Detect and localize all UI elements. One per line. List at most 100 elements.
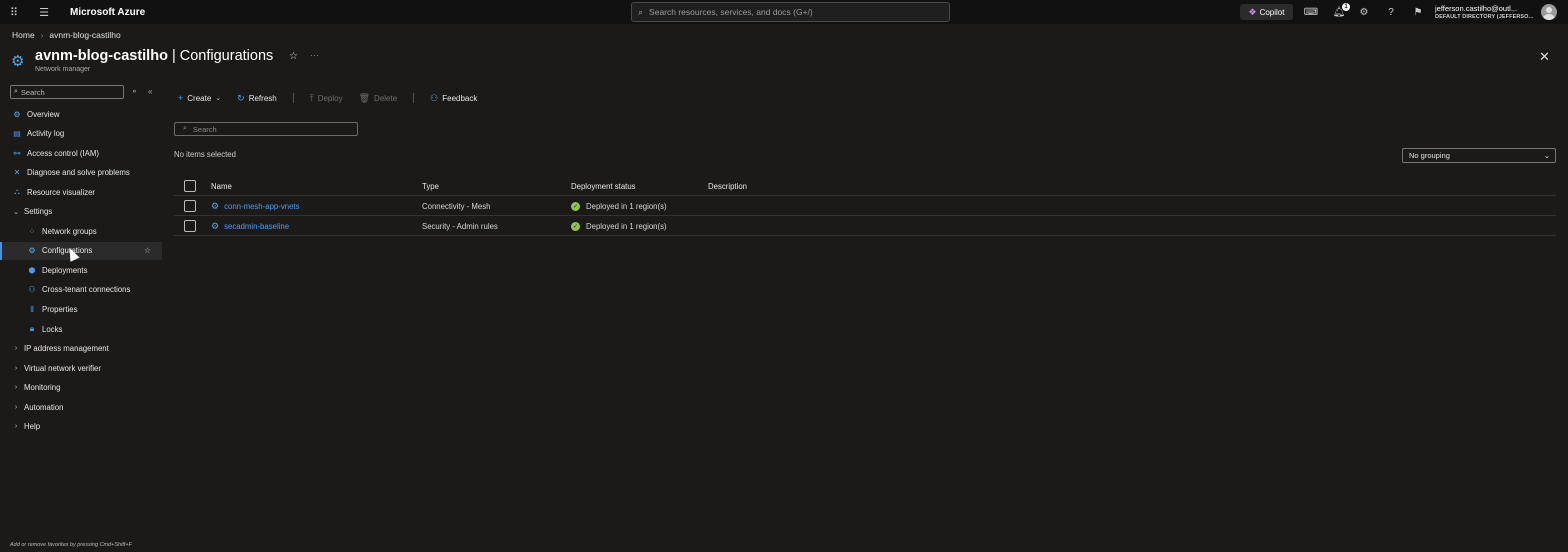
column-header-deployment-status[interactable]: Deployment status xyxy=(571,176,636,196)
breadcrumb-separator-icon: › xyxy=(40,30,44,40)
sidebar-search-placeholder: Search xyxy=(20,87,45,97)
collapse-sidebar-icon[interactable]: « xyxy=(148,87,152,96)
breadcrumb-resource[interactable]: avnm-blog-castilho xyxy=(49,30,120,40)
network-groups-icon: ⁘ xyxy=(28,226,36,236)
column-header-name[interactable]: Name xyxy=(211,176,232,196)
cloud-shell-icon[interactable]: ⌨ xyxy=(1304,5,1318,19)
favorite-star-icon[interactable]: ☆ xyxy=(144,246,151,255)
row-checkbox[interactable] xyxy=(184,220,196,232)
close-blade-icon[interactable]: ✕ xyxy=(1539,49,1550,65)
resource-visualizer-icon: ⛬ xyxy=(14,187,20,197)
breadcrumb-home[interactable]: Home xyxy=(12,30,35,40)
grid-body: ⚙ conn-mesh-app-vnets Connectivity - Mesh ✓… xyxy=(174,196,1556,236)
deployments-icon: ⬢ xyxy=(28,265,36,275)
sidebar-item-deployments[interactable]: ⬢ Deployments xyxy=(0,261,162,279)
configuration-type: Security - Admin rules xyxy=(422,221,498,231)
sidebar-item-monitoring[interactable]: › Monitoring xyxy=(0,379,162,397)
account-menu[interactable]: jefferson.castilho@outl... DEFAULT DIREC… xyxy=(1435,4,1533,22)
chevron-right-icon: › xyxy=(14,345,18,353)
sidebar-item-overview[interactable]: ⚙ Overview xyxy=(0,105,162,123)
settings-gear-icon[interactable]: ⚙ xyxy=(1357,5,1371,19)
sidebar-item-activity-log[interactable]: ▤ Activity log xyxy=(0,125,162,143)
grouping-dropdown[interactable]: No grouping ⌄ xyxy=(1402,148,1556,163)
favorites-hint: Add or remove favorites by pressing Cmd+… xyxy=(10,542,132,548)
plus-icon: + xyxy=(178,93,184,103)
sidebar-item-diagnose-and-solve-problems[interactable]: ✕ Diagnose and solve problems xyxy=(0,164,162,182)
sidebar-settings-icon[interactable]: ⚬ xyxy=(131,87,138,96)
brand-name[interactable]: Microsoft Azure xyxy=(70,7,145,18)
create-button[interactable]: + Create ⌄ xyxy=(178,93,221,103)
breadcrumb: Home › avnm-blog-castilho xyxy=(12,30,121,40)
sidebar-item-access-control-iam[interactable]: ⚯ Access control (IAM) xyxy=(0,144,162,162)
column-header-type[interactable]: Type xyxy=(422,176,439,196)
chevron-down-icon: ⌄ xyxy=(1543,151,1550,160)
deploy-button[interactable]: ⤒ Deploy xyxy=(310,93,343,104)
sidebar-item-locks[interactable]: 🔒︎ Locks xyxy=(0,320,162,338)
configuration-name-link[interactable]: conn-mesh-app-vnets xyxy=(224,202,299,211)
sidebar-item-label: IP address management xyxy=(24,344,109,354)
delete-button[interactable]: 🗑︎ Delete xyxy=(359,93,398,104)
refresh-label: Refresh xyxy=(248,93,277,103)
configuration-type: Connectivity - Mesh xyxy=(422,201,491,211)
sidebar-search-input[interactable]: ⌕ Search xyxy=(10,85,124,99)
access-control-icon: ⚯ xyxy=(13,148,21,158)
sidebar-item-network-groups[interactable]: ⁘ Network groups xyxy=(0,222,162,240)
sidebar-item-automation[interactable]: › Automation xyxy=(0,398,162,416)
feedback-person-icon: ⚇ xyxy=(430,92,439,103)
global-search-placeholder: Search resources, services, and docs (G+… xyxy=(649,7,813,17)
success-check-icon: ✓ xyxy=(571,201,580,211)
notification-badge: 1 xyxy=(1342,3,1350,11)
sidebar-item-label: Settings xyxy=(24,207,53,217)
properties-icon: ⫴ xyxy=(30,304,34,314)
sidebar-item-label: Help xyxy=(24,422,41,432)
sidebar-item-properties[interactable]: ⫴ Properties xyxy=(0,301,162,319)
copilot-button[interactable]: ❖ Copilot xyxy=(1240,4,1293,20)
favorite-star-icon[interactable]: ☆ xyxy=(289,51,298,62)
column-header-description[interactable]: Description xyxy=(708,176,747,196)
global-search-input[interactable]: ⌕ Search resources, services, and docs (… xyxy=(631,2,950,22)
delete-label: Delete xyxy=(374,93,398,103)
row-checkbox[interactable] xyxy=(184,200,196,212)
sidebar-item-virtual-network-verifier[interactable]: › Virtual network verifier xyxy=(0,359,162,377)
sidebar-item-settings[interactable]: ⌄ Settings xyxy=(0,203,162,221)
copilot-icon: ❖ xyxy=(1248,6,1257,17)
sidebar-item-label: Access control (IAM) xyxy=(27,148,99,158)
sidebar-item-ip-address-management[interactable]: › IP address management xyxy=(0,340,162,358)
create-label: Create xyxy=(187,93,212,103)
configuration-icon: ⚙ xyxy=(211,200,220,211)
more-options-icon[interactable]: ··· xyxy=(310,50,319,60)
grid-search-input[interactable]: ⌕ Search xyxy=(174,122,358,136)
feedback-button[interactable]: ⚇ Feedback xyxy=(430,93,477,104)
select-all-checkbox[interactable] xyxy=(184,180,196,192)
notifications-icon[interactable]: 🔔︎ 1 xyxy=(1332,3,1350,19)
copilot-label: Copilot xyxy=(1259,7,1285,17)
sidebar-item-label: Locks xyxy=(42,324,63,334)
help-icon[interactable]: ? xyxy=(1384,5,1398,19)
sidebar-item-resource-visualizer[interactable]: ⛬ Resource visualizer xyxy=(0,183,162,201)
configuration-name-link[interactable]: secadmin-baseline xyxy=(224,222,289,231)
table-row[interactable]: ⚙ conn-mesh-app-vnets Connectivity - Mesh ✓… xyxy=(174,196,1556,216)
portal-menu-icon[interactable]: ☰ xyxy=(28,0,60,24)
app-launcher-icon[interactable]: ⠿ xyxy=(0,0,28,24)
chevron-right-icon: › xyxy=(14,403,18,411)
account-directory: DEFAULT DIRECTORY (JEFFERSO... xyxy=(1435,14,1534,20)
command-bar: + Create ⌄ ↻ Refresh ⤒ Deploy 🗑︎ Delete … xyxy=(178,91,493,105)
sidebar-item-label: Monitoring xyxy=(24,383,61,393)
refresh-button[interactable]: ↻ Refresh xyxy=(237,93,277,104)
page-title: avnm-blog-castilho | Configurations xyxy=(35,48,273,64)
resource-type: Network manager xyxy=(35,66,91,73)
deployment-status: Deployed in 1 region(s) xyxy=(586,221,667,231)
table-row[interactable]: ⚙ secadmin-baseline Security - Admin rules… xyxy=(174,216,1556,236)
toolbar-divider xyxy=(413,93,415,103)
avatar[interactable] xyxy=(1541,4,1557,20)
deploy-icon: ⤒ xyxy=(309,92,314,103)
grid-header-row: Name Type Deployment status Description xyxy=(174,176,1556,196)
sidebar-item-help[interactable]: › Help xyxy=(0,418,162,436)
sidebar-item-label: Diagnose and solve problems xyxy=(27,168,130,178)
sidebar-item-cross-tenant-connections[interactable]: ⚇ Cross-tenant connections xyxy=(0,281,162,299)
search-icon: ⌕ xyxy=(183,125,187,132)
feedback-icon[interactable]: ⚑ xyxy=(1411,5,1425,19)
sidebar-item-configurations[interactable]: ⚙ Configurations ☆ xyxy=(0,241,162,260)
success-check-icon: ✓ xyxy=(571,221,580,231)
grid-search-placeholder: Search xyxy=(192,124,217,134)
